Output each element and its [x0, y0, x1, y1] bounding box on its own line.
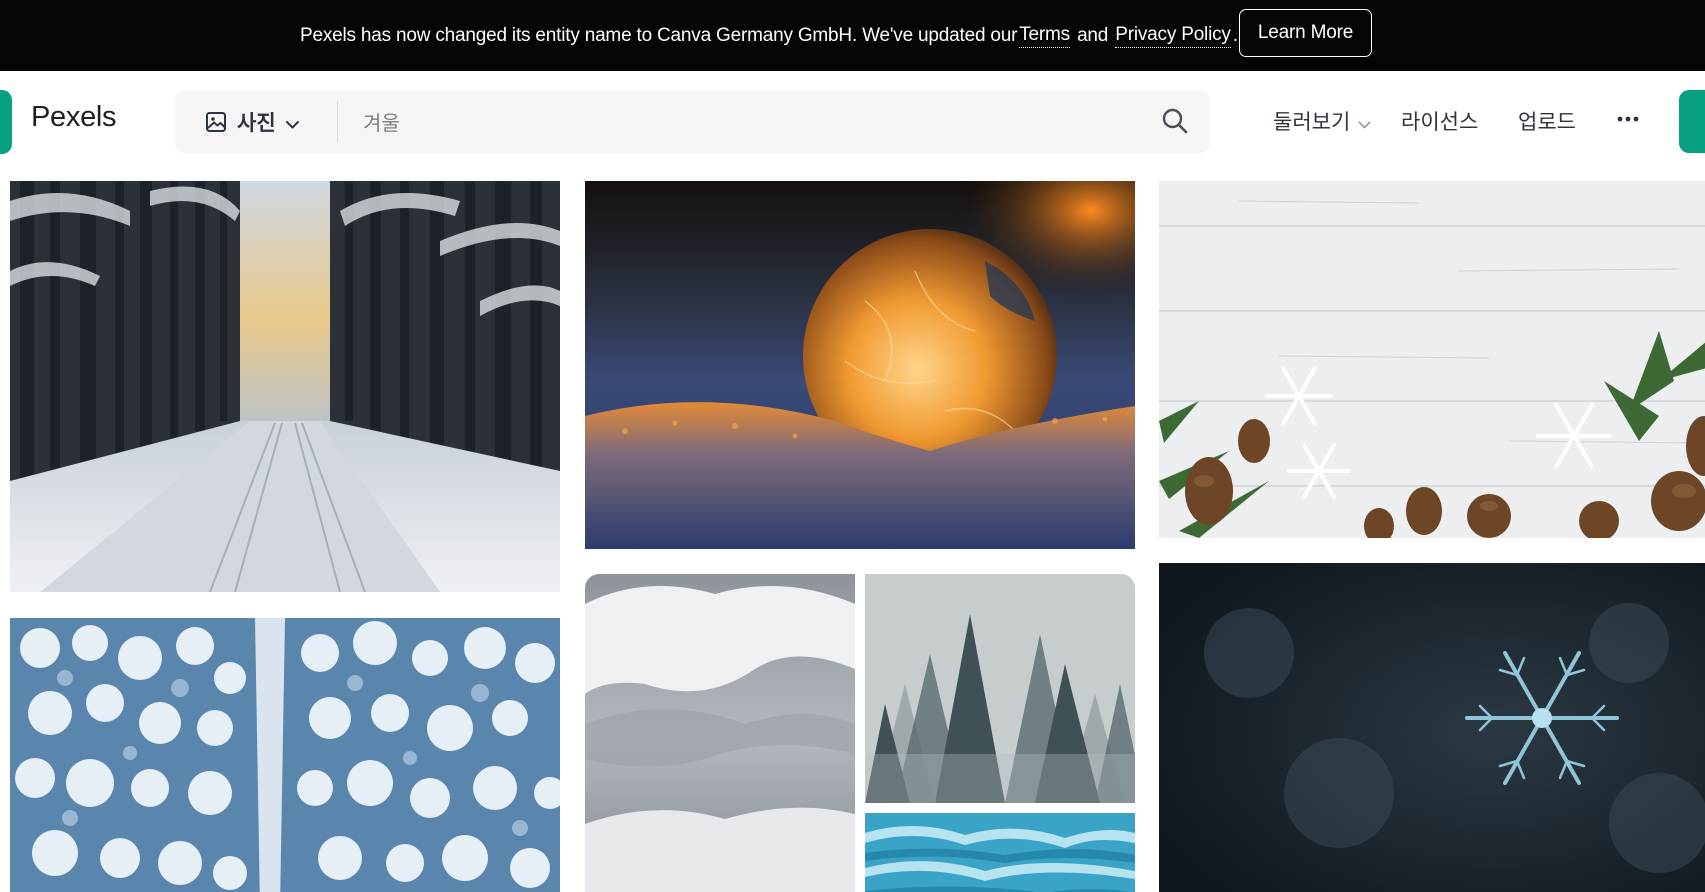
- search-input[interactable]: [363, 100, 1103, 143]
- search-type-label: 사진: [237, 111, 276, 135]
- search-bar: 사진: [175, 90, 1210, 153]
- logo-icon[interactable]: [0, 90, 12, 154]
- photo-frozen-bubble-sunset[interactable]: [585, 181, 1135, 549]
- photo-snowy-forest-road[interactable]: [10, 181, 560, 592]
- photo-white-wood-pinecones-snowflakes[interactable]: [1159, 181, 1705, 538]
- photo-aerial-snowy-forest-road[interactable]: [10, 618, 560, 892]
- announcement-banner: Pexels has now changed its entity name t…: [0, 0, 1705, 71]
- banner-period: .: [1232, 24, 1238, 46]
- terms-link[interactable]: Terms: [1019, 24, 1070, 48]
- learn-more-button[interactable]: Learn More: [1239, 9, 1372, 57]
- nav-explore-label: 둘러보기: [1273, 111, 1351, 134]
- nav-license[interactable]: 라이선스: [1401, 99, 1478, 143]
- banner-text: Pexels has now changed its entity name t…: [300, 24, 1018, 46]
- logo-text[interactable]: Pexels: [31, 101, 117, 134]
- more-horizontal-icon[interactable]: [1614, 105, 1642, 133]
- chevron-down-icon: [285, 117, 300, 128]
- chevron-down-icon: [1358, 117, 1371, 128]
- banner-and-text: and: [1071, 24, 1114, 46]
- nav-upload[interactable]: 업로드: [1518, 99, 1576, 143]
- photo-snowflake-macro[interactable]: [1159, 563, 1705, 892]
- join-button[interactable]: [1679, 90, 1705, 153]
- privacy-policy-link[interactable]: Privacy Policy: [1115, 24, 1231, 48]
- banner-message: Pexels has now changed its entity name t…: [300, 0, 1238, 71]
- photo-blue-ice-glacier[interactable]: [865, 813, 1135, 892]
- site-header: Pexels 사진 둘러보기: [0, 71, 1705, 173]
- search-type-dropdown[interactable]: 사진: [175, 90, 337, 153]
- photo-misty-pine-forest[interactable]: [865, 574, 1135, 803]
- image-icon: [205, 111, 227, 133]
- nav-explore[interactable]: 둘러보기: [1273, 99, 1371, 143]
- photo-snowy-clouds-sky[interactable]: [585, 574, 855, 892]
- search-icon[interactable]: [1160, 106, 1190, 136]
- search-divider: [337, 101, 338, 142]
